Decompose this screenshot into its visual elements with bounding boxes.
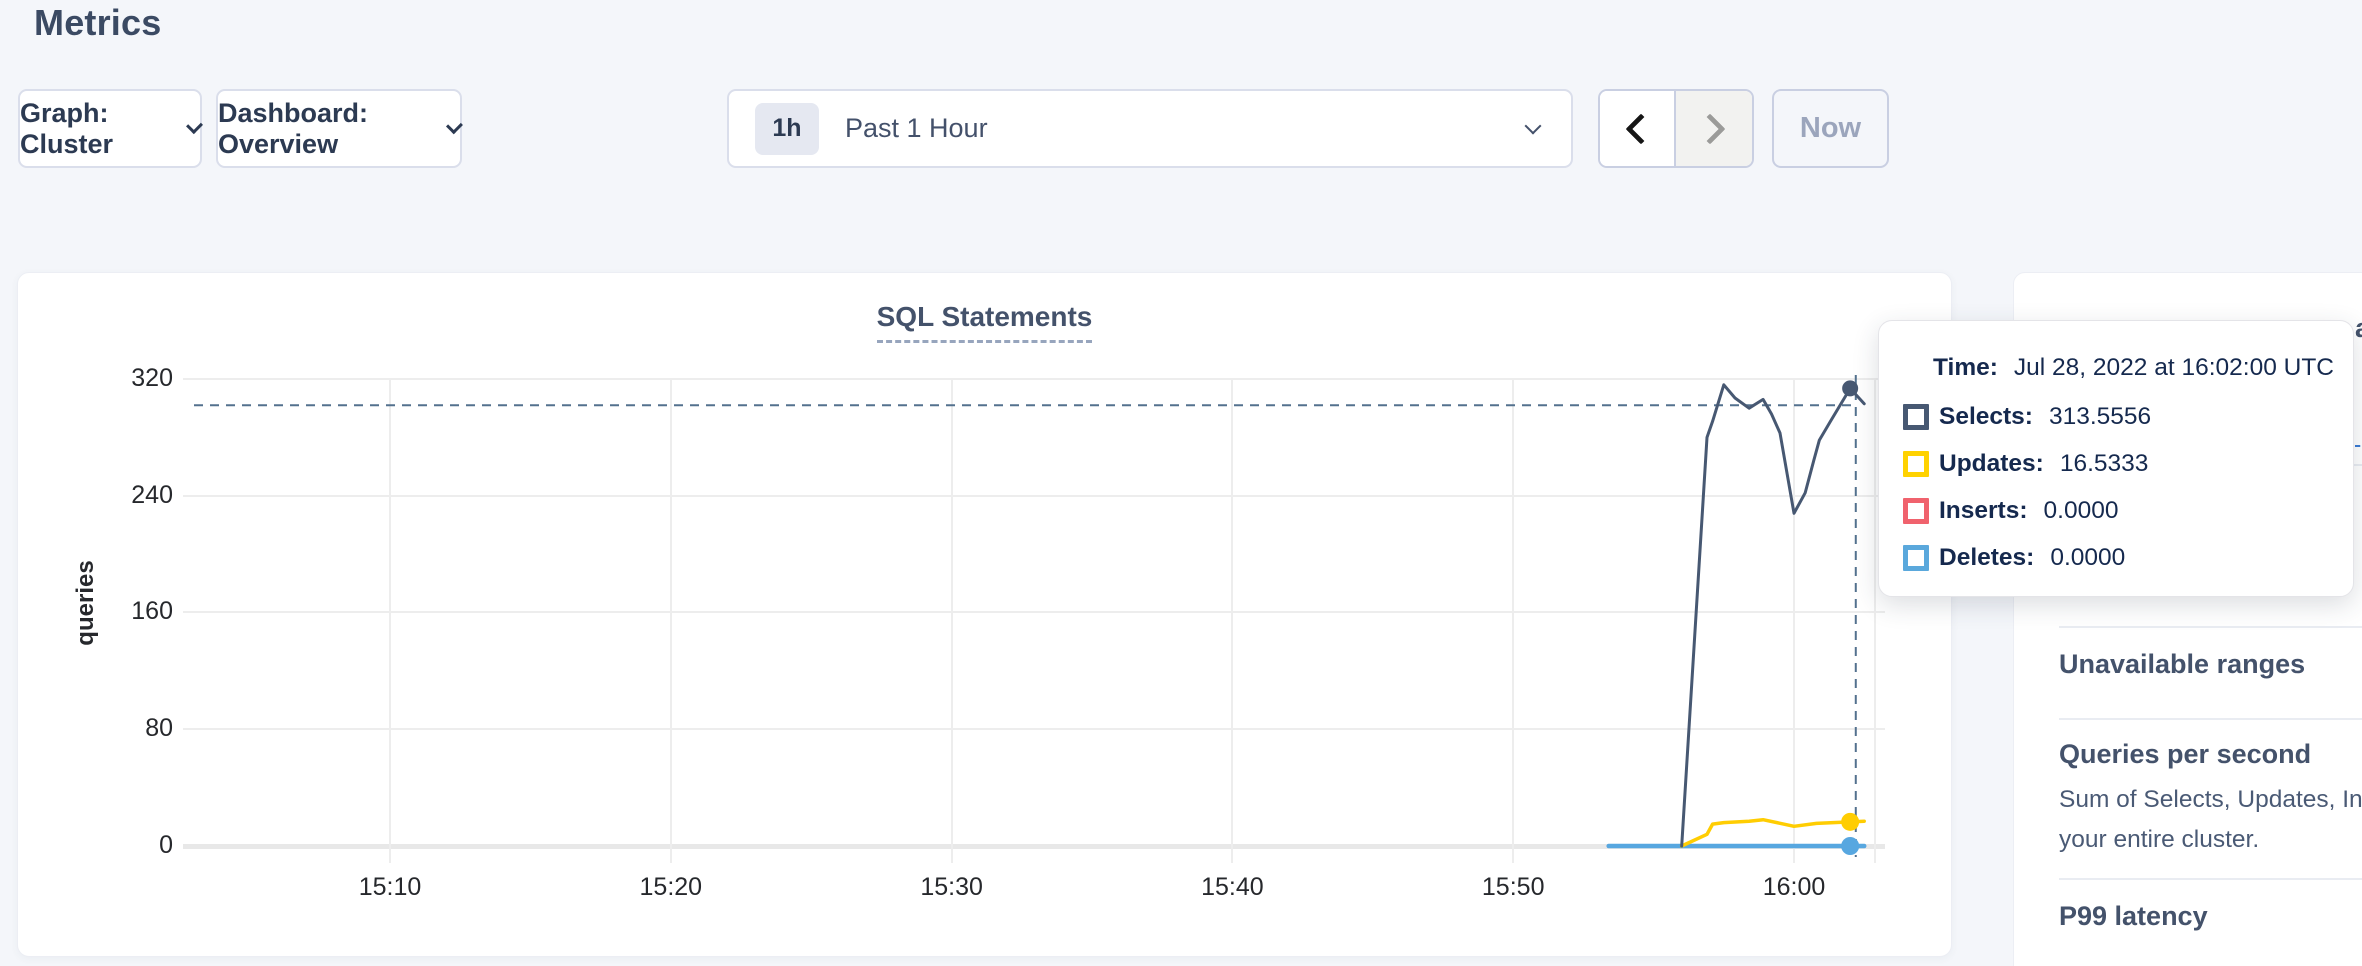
tooltip-series-label: Deletes: — [1939, 544, 2034, 572]
tooltip-series-row: Deletes: 0.0000 — [1903, 543, 2125, 573]
chevron-left-icon — [1625, 113, 1656, 144]
tooltip-series-row: Inserts: 0.0000 — [1903, 496, 2118, 526]
summary-unavailable-ranges-title: Unavailable ranges — [2059, 649, 2305, 680]
tooltip-series-value: 16.5333 — [2060, 450, 2149, 478]
chevron-down-icon — [446, 117, 463, 134]
hover-dot-updates — [1841, 813, 1859, 831]
tooltip-series-value: 0.0000 — [2044, 497, 2119, 525]
tooltip-series-row: Updates: 16.5333 — [1903, 449, 2148, 479]
tooltip-series-row: Selects: 313.5556 — [1903, 402, 2151, 432]
chevron-down-icon — [1525, 117, 1542, 134]
time-step-button-group — [1598, 89, 1754, 168]
tooltip-series-value: 313.5556 — [2049, 403, 2151, 431]
hover-dot-selects — [1842, 380, 1858, 396]
sql-statements-chart-card: SQL Statements queries 32024016080015:10… — [17, 272, 1952, 957]
clipped-heading-fragment: a — [2355, 313, 2362, 344]
tooltip-time-value: Jul 28, 2022 at 16:02:00 UTC — [2014, 354, 2334, 382]
graph-dropdown-label: Graph: Cluster — [20, 98, 173, 160]
sidebar-divider — [2059, 878, 2362, 880]
chevron-right-icon — [1694, 113, 1725, 144]
tooltip-time-row: Time: Jul 28, 2022 at 16:02:00 UTC — [1933, 353, 2334, 383]
chart-plot-area[interactable] — [18, 273, 1953, 958]
dashboard-dropdown-label: Dashboard: Overview — [218, 98, 433, 160]
sidebar-divider — [2059, 626, 2362, 628]
selects-series-swatch-icon — [1903, 404, 1929, 430]
summary-qps-description-line2: your entire cluster. — [2059, 826, 2259, 854]
series-line-selects — [1682, 385, 1865, 846]
inserts-series-swatch-icon — [1903, 498, 1929, 524]
tooltip-series-label: Inserts: — [1939, 497, 2028, 525]
time-range-label: Past 1 Hour — [845, 113, 1527, 144]
page-title: Metrics — [34, 2, 161, 44]
tooltip-time-label: Time: — [1933, 354, 1998, 382]
now-button-label: Now — [1800, 112, 1861, 145]
sidebar-divider — [2059, 718, 2362, 720]
graph-dropdown[interactable]: Graph: Cluster — [18, 89, 202, 168]
chart-hover-tooltip: Time: Jul 28, 2022 at 16:02:00 UTC Selec… — [1878, 320, 2354, 597]
hover-dot-deletes — [1841, 837, 1859, 855]
tooltip-series-label: Updates: — [1939, 450, 2044, 478]
time-range-dropdown[interactable]: 1h Past 1 Hour — [727, 89, 1573, 168]
tooltip-series-label: Selects: — [1939, 403, 2033, 431]
series-line-updates — [1682, 820, 1865, 846]
clipped-link-fragment — [2355, 423, 2362, 447]
tooltip-series-value: 0.0000 — [2050, 544, 2125, 572]
metrics-page: { "page": { "title": "Metrics" }, "toolb… — [0, 0, 2362, 966]
summary-p99-title: P99 latency — [2059, 901, 2208, 932]
now-button[interactable]: Now — [1772, 89, 1889, 168]
dashboard-dropdown[interactable]: Dashboard: Overview — [216, 89, 462, 168]
deletes-series-swatch-icon — [1903, 545, 1929, 571]
previous-time-button[interactable] — [1600, 91, 1676, 166]
summary-qps-title: Queries per second — [2059, 739, 2311, 770]
time-range-badge: 1h — [755, 103, 819, 155]
updates-series-swatch-icon — [1903, 451, 1929, 477]
summary-qps-description-line1: Sum of Selects, Updates, Inserts, — [2059, 786, 2362, 814]
next-time-button[interactable] — [1676, 91, 1752, 166]
chevron-down-icon — [186, 117, 203, 134]
